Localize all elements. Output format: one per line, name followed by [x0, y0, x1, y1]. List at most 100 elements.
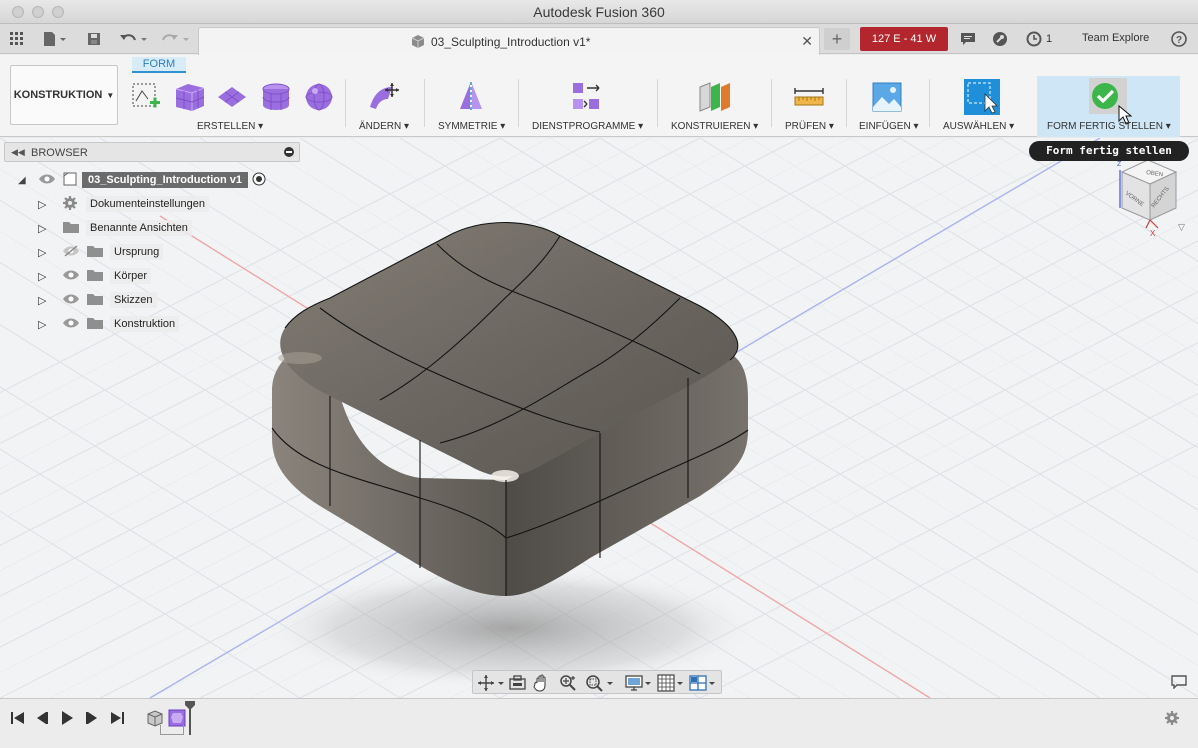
collapse-triangle-icon[interactable]: ◢	[18, 175, 34, 186]
browser-item-label: Benannte Ansichten	[86, 220, 192, 236]
collapse-browser-icon[interactable]: ◀◀	[11, 147, 25, 158]
browser-minimize-icon[interactable]	[283, 146, 295, 161]
redo-icon[interactable]	[158, 29, 192, 49]
expand-triangle-icon[interactable]: ▷	[38, 198, 62, 211]
eye-icon[interactable]	[62, 317, 86, 332]
box-form-icon[interactable]	[173, 81, 205, 113]
go-to-start-icon[interactable]	[10, 710, 26, 729]
group-inspect[interactable]: PRÜFEN ▾	[785, 121, 834, 132]
help-icon[interactable]: ?	[1170, 29, 1188, 49]
new-tab-button[interactable]: +	[824, 28, 850, 50]
undo-icon[interactable]	[118, 29, 152, 49]
viewcube-menu-icon[interactable]: ▽	[1178, 222, 1185, 233]
cylinder-form-icon[interactable]	[260, 81, 292, 113]
eye-icon[interactable]	[62, 269, 86, 284]
team-name[interactable]: Team Explore	[1082, 32, 1149, 44]
plane-form-icon[interactable]	[216, 81, 248, 113]
timeline-group-bracket	[160, 725, 184, 735]
workspace-switcher[interactable]: KONSTRUKTION ▼	[10, 65, 118, 125]
play-icon[interactable]	[59, 710, 75, 729]
svg-text:Z: Z	[1117, 161, 1122, 168]
timeline-marker-icon[interactable]	[185, 701, 195, 738]
comments-icon[interactable]	[958, 29, 978, 49]
fit-view-icon[interactable]	[585, 674, 615, 695]
expand-triangle-icon[interactable]: ▷	[38, 222, 62, 235]
create-sketch-icon[interactable]	[130, 81, 162, 113]
group-modify[interactable]: ÄNDERN ▾	[359, 121, 409, 132]
group-insert[interactable]: EINFÜGEN ▾	[859, 121, 918, 132]
document-body-icon	[411, 34, 425, 51]
file-menu-icon[interactable]	[40, 29, 70, 49]
window-titlebar: Autodesk Fusion 360	[0, 0, 1198, 24]
expand-triangle-icon[interactable]: ▷	[38, 318, 62, 331]
zoom-icon[interactable]	[559, 674, 577, 695]
timeline-bar	[0, 698, 1198, 748]
browser-item-benannte-ansichten[interactable]: ▷ Benannte Ansichten	[38, 218, 192, 238]
timeline-settings-gear-icon[interactable]	[1164, 710, 1180, 729]
save-icon[interactable]	[86, 29, 102, 49]
comment-panel-icon[interactable]	[1171, 675, 1187, 692]
step-forward-icon[interactable]	[84, 710, 100, 729]
grid-settings-icon[interactable]	[657, 674, 685, 695]
browser-item-skizzen[interactable]: ▷ Skizzen	[38, 290, 157, 310]
eye-hidden-icon[interactable]	[62, 244, 86, 260]
expand-triangle-icon[interactable]: ▷	[38, 270, 62, 283]
gear-icon	[62, 195, 86, 214]
svg-text:?: ?	[1176, 35, 1182, 46]
select-icon[interactable]	[963, 78, 1001, 116]
status-badge[interactable]: 127 E - 41 W	[860, 27, 948, 51]
job-count: 1	[1045, 33, 1053, 45]
tab-form[interactable]: FORM	[132, 57, 186, 73]
utilities-icon[interactable]	[571, 81, 603, 113]
folder-icon	[86, 244, 110, 261]
group-construct[interactable]: KONSTRUIEREN ▾	[671, 121, 758, 132]
insert-image-icon[interactable]	[871, 81, 903, 113]
job-status-button[interactable]: 1	[1024, 29, 1054, 49]
folder-icon	[62, 220, 86, 237]
browser-panel-header[interactable]: ◀◀ BROWSER	[4, 142, 300, 162]
display-settings-icon[interactable]	[625, 674, 653, 695]
go-to-end-icon[interactable]	[109, 710, 125, 729]
eye-icon[interactable]	[62, 293, 86, 308]
app-bar: 03_Sculpting_Introduction v1* ✕ + 127 E …	[0, 24, 1198, 55]
look-at-icon[interactable]	[509, 675, 527, 694]
expand-triangle-icon[interactable]: ▷	[38, 294, 62, 307]
navigation-bar	[472, 670, 722, 694]
group-finish-form[interactable]: FORM FERTIG STELLEN ▾	[1047, 121, 1171, 132]
activate-component-icon[interactable]	[252, 172, 272, 189]
group-select[interactable]: AUSWÄHLEN ▾	[943, 121, 1014, 132]
document-tab[interactable]: 03_Sculpting_Introduction v1* ✕	[198, 27, 820, 55]
viewports-icon[interactable]	[689, 674, 717, 695]
browser-item-dokumenteinstellungen[interactable]: ▷ Dokumenteinstellungen	[38, 194, 209, 214]
folder-icon	[86, 292, 110, 309]
step-back-icon[interactable]	[34, 710, 50, 729]
measure-icon[interactable]	[793, 81, 825, 113]
browser-root-label[interactable]: 03_Sculpting_Introduction v1	[82, 172, 249, 188]
orbit-icon[interactable]	[477, 674, 505, 695]
group-create[interactable]: ERSTELLEN ▾	[197, 121, 263, 132]
eye-icon[interactable]	[38, 173, 62, 188]
browser-title: BROWSER	[31, 147, 88, 159]
edit-form-icon[interactable]	[368, 81, 400, 113]
apps-grid-icon[interactable]	[8, 29, 26, 49]
expand-triangle-icon[interactable]: ▷	[38, 246, 62, 259]
group-utilities[interactable]: DIENSTPROGRAMME ▾	[532, 121, 643, 132]
folder-icon	[86, 316, 110, 333]
pan-hand-icon[interactable]	[533, 674, 551, 695]
folder-icon	[86, 268, 110, 285]
close-tab-icon[interactable]: ✕	[801, 33, 813, 50]
browser-item-koerper[interactable]: ▷ Körper	[38, 266, 152, 286]
extensions-icon[interactable]	[990, 29, 1010, 49]
browser-item-konstruktion[interactable]: ▷ Konstruktion	[38, 314, 180, 334]
group-symmetry[interactable]: SYMMETRIE ▾	[438, 121, 505, 132]
browser-item-label: Konstruktion	[110, 316, 180, 332]
ribbon-toolbar: KONSTRUKTION ▼ FORM ERSTELLEN ▾ ÄNDERN ▾…	[0, 55, 1198, 137]
symmetry-icon[interactable]	[455, 81, 487, 113]
browser-item-ursprung[interactable]: ▷ Ursprung	[38, 242, 164, 262]
browser-root-row[interactable]: ◢ 03_Sculpting_Introduction v1	[18, 170, 272, 190]
browser-item-label: Dokumenteinstellungen	[86, 196, 209, 212]
browser-item-label: Körper	[110, 268, 152, 284]
construct-plane-icon[interactable]	[698, 81, 730, 113]
sphere-form-icon[interactable]	[303, 81, 335, 113]
window-title: Autodesk Fusion 360	[533, 4, 665, 20]
